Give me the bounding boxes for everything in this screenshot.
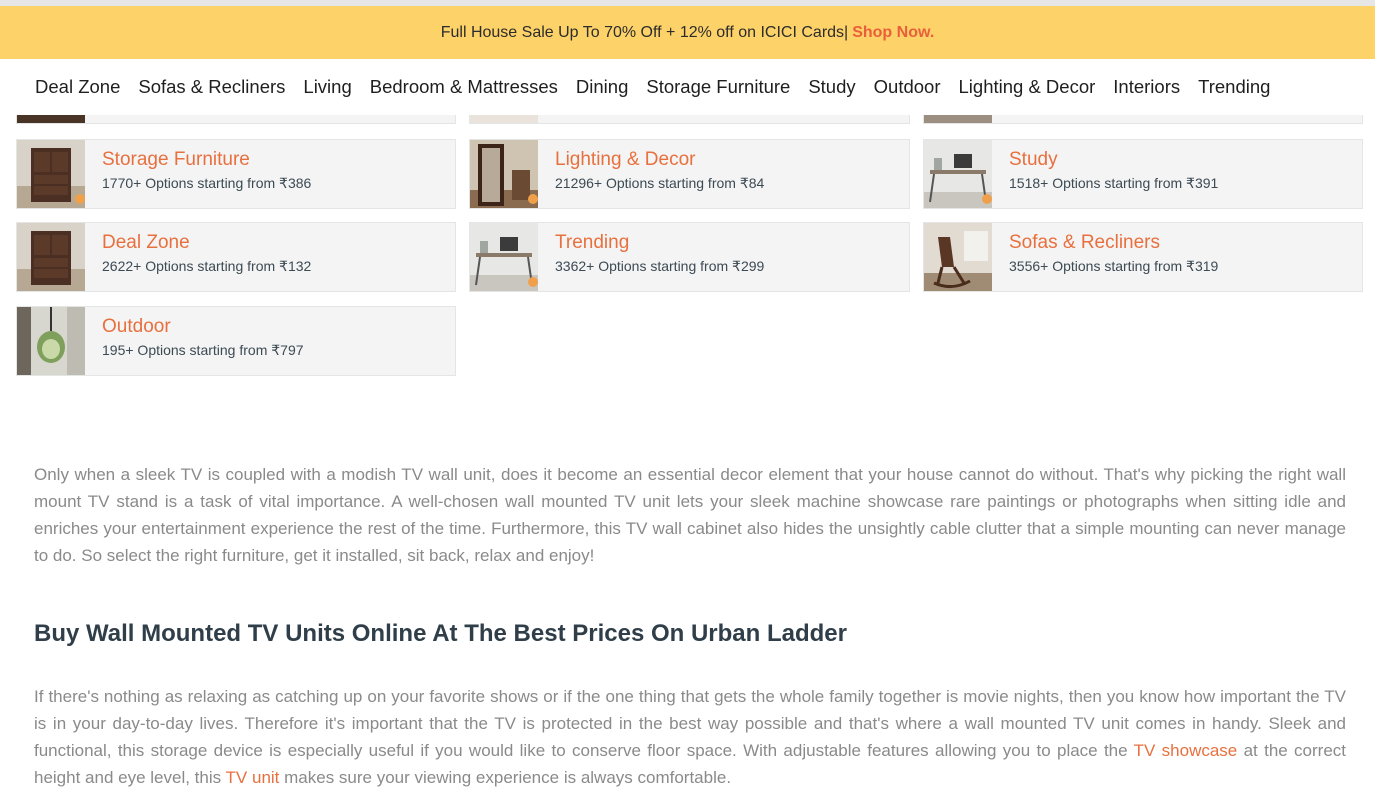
wooden-cabinet-icon (17, 223, 85, 291)
category-card-outdoor[interactable]: Outdoor 195+ Options starting from ₹797 (16, 306, 456, 376)
category-options: 2622+ Options starting from ₹132 (102, 258, 312, 274)
category-title[interactable]: Storage Furniture (102, 148, 311, 172)
category-options: 3556+ Options starting from ₹319 (1009, 258, 1219, 274)
category-thumb (924, 115, 992, 123)
promo-text: Full House Sale Up To 70% Off + 12% off … (440, 23, 849, 41)
tv-unit-link[interactable]: TV unit (226, 768, 280, 787)
nav-item-bedroom-mattresses[interactable]: Bedroom & Mattresses (361, 76, 567, 98)
floor-mirror-icon (470, 140, 538, 208)
category-thumb (470, 115, 538, 123)
category-card-deal-zone[interactable]: Deal Zone 2622+ Options starting from ₹1… (16, 222, 456, 292)
body-paragraph: If there's nothing as relaxing as catchi… (34, 687, 1347, 787)
category-card-storage-furniture[interactable]: Storage Furniture 1770+ Options starting… (16, 139, 456, 209)
nav-item-lighting-decor[interactable]: Lighting & Decor (950, 76, 1105, 98)
category-title[interactable]: Study (1009, 148, 1218, 172)
nav-item-interiors[interactable]: Interiors (1104, 76, 1189, 98)
category-nav: Deal Zone Sofas & Recliners Living Bedro… (0, 59, 1375, 115)
category-card-sofas-recliners[interactable]: Sofas & Recliners 3556+ Options starting… (923, 222, 1363, 292)
category-options: 21296+ Options starting from ₹84 (555, 175, 765, 191)
category-options: 195+ Options starting from ₹797 (102, 342, 304, 358)
category-thumb (17, 115, 85, 123)
rocking-chair-icon (924, 223, 992, 291)
category-card-partial[interactable] (469, 115, 910, 124)
tv-showcase-link[interactable]: TV showcase (1134, 741, 1238, 760)
wooden-cabinet-icon (17, 140, 85, 208)
category-title[interactable]: Sofas & Recliners (1009, 231, 1218, 255)
category-card-partial[interactable] (923, 115, 1363, 124)
category-card-partial[interactable] (16, 115, 456, 124)
nav-item-storage-furniture[interactable]: Storage Furniture (637, 76, 799, 98)
category-card-study[interactable]: Study 1518+ Options starting from ₹391 (923, 139, 1363, 209)
nav-item-study[interactable]: Study (799, 76, 864, 98)
study-desk-icon (924, 140, 992, 208)
category-options: 1770+ Options starting from ₹386 (102, 175, 312, 191)
category-title[interactable]: Lighting & Decor (555, 148, 764, 172)
category-title[interactable]: Deal Zone (102, 231, 311, 255)
nav-item-living[interactable]: Living (294, 76, 360, 98)
intro-paragraph: Only when a sleek TV is coupled with a m… (34, 465, 1346, 565)
category-card-trending[interactable]: Trending 3362+ Options starting from ₹29… (469, 222, 910, 292)
nav-item-outdoor[interactable]: Outdoor (865, 76, 950, 98)
shop-now-link[interactable]: Shop Now. (852, 24, 934, 42)
category-title[interactable]: Outdoor (102, 315, 304, 339)
category-options: 3362+ Options starting from ₹299 (555, 258, 765, 274)
category-title[interactable]: Trending (555, 231, 764, 255)
category-card-lighting-decor[interactable]: Lighting & Decor 21296+ Options starting… (469, 139, 910, 209)
section-heading: Buy Wall Mounted TV Units Online At The … (34, 620, 847, 647)
hanging-swing-icon (17, 307, 85, 375)
nav-item-dining[interactable]: Dining (567, 76, 637, 98)
nav-item-trending[interactable]: Trending (1189, 76, 1279, 98)
nav-item-sofas-recliners[interactable]: Sofas & Recliners (129, 76, 294, 98)
study-desk-icon (470, 223, 538, 291)
nav-item-deal-zone[interactable]: Deal Zone (26, 76, 129, 98)
category-options: 1518+ Options starting from ₹391 (1009, 175, 1219, 191)
promo-banner: Full House Sale Up To 70% Off + 12% off … (0, 6, 1375, 59)
